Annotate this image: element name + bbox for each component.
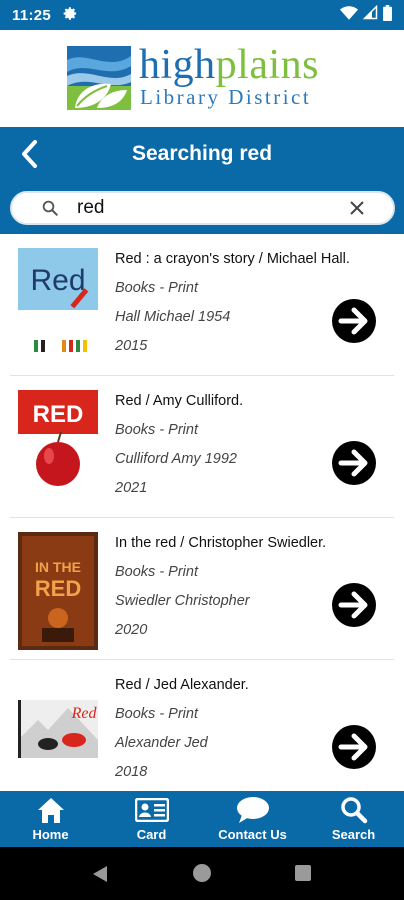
status-time: 11:25: [12, 6, 52, 24]
result-author: Culliford Amy 1992: [115, 451, 237, 467]
nav-label: Card: [136, 827, 167, 842]
arrow-right-circle-icon[interactable]: [331, 582, 377, 628]
result-title[interactable]: Red / Amy Culliford.: [115, 393, 243, 409]
gear-icon: [63, 6, 78, 25]
battery-icon: [383, 4, 392, 26]
nav-contact-us[interactable]: Contact Us: [202, 791, 303, 847]
list-item[interactable]: Red Red : a crayon's story / Michael Hal…: [0, 234, 404, 376]
nav-label: Contact Us: [218, 827, 287, 842]
nav-label: Home: [32, 827, 69, 842]
home-icon: [36, 795, 66, 825]
result-format: Books - Print: [115, 280, 198, 296]
list-item[interactable]: Red Red / Jed Alexander. Books - Print A…: [0, 660, 404, 791]
card-icon: [134, 795, 169, 825]
result-year: 2021: [115, 480, 148, 496]
result-format: Books - Print: [115, 564, 198, 580]
signal-icon: [362, 4, 378, 25]
list-item[interactable]: IN THE RED In the red / Christopher Swie…: [0, 518, 404, 660]
nav-label: Search: [331, 827, 376, 842]
arrow-right-circle-icon[interactable]: [331, 440, 377, 486]
search-query[interactable]: red: [77, 197, 347, 219]
arrow-right-circle-icon[interactable]: [331, 298, 377, 344]
recent-apps-icon[interactable]: [295, 865, 311, 881]
result-format: Books - Print: [115, 706, 198, 722]
result-year: 2020: [115, 622, 148, 638]
cover-red-jed: Red: [18, 700, 98, 758]
close-icon[interactable]: [347, 198, 367, 218]
nav-home[interactable]: Home: [0, 791, 101, 847]
search-input[interactable]: red: [10, 191, 395, 225]
cover-in-the-red: IN THE RED: [18, 532, 98, 650]
result-title[interactable]: Red / Jed Alexander.: [115, 677, 249, 693]
logo-mark-icon: [67, 46, 131, 110]
result-author: Hall Michael 1954: [115, 309, 231, 325]
svg-text:Red: Red: [71, 705, 98, 722]
page-title: Searching red: [131, 142, 273, 165]
cover-red-crayon: Red: [18, 248, 98, 358]
result-title[interactable]: In the red / Christopher Swiedler.: [115, 535, 326, 551]
logo-wordmark: highplains: [139, 42, 319, 88]
back-triangle-icon[interactable]: [92, 865, 108, 883]
library-logo: highplains Library District: [0, 30, 404, 127]
result-year: 2015: [115, 338, 148, 354]
home-circle-icon[interactable]: [193, 864, 211, 882]
system-nav-bar: [0, 847, 404, 900]
status-bar: 11:25: [0, 0, 404, 30]
svg-text:Red: Red: [30, 264, 85, 297]
result-author: Alexander Jed: [115, 735, 208, 751]
wifi-icon: [340, 5, 358, 25]
bottom-nav: Home Card Contact Us Search: [0, 791, 404, 847]
search-icon: [340, 795, 368, 825]
search-header: Searching red red: [0, 127, 404, 234]
result-format: Books - Print: [115, 422, 198, 438]
result-title[interactable]: Red : a crayon's story / Michael Hall.: [115, 251, 350, 267]
list-item[interactable]: RED Red / Amy Culliford. Books - Print C…: [0, 376, 404, 518]
svg-text:IN THE: IN THE: [35, 559, 81, 575]
results-list: Red Red : a crayon's story / Michael Hal…: [0, 234, 404, 791]
arrow-right-circle-icon[interactable]: [331, 724, 377, 770]
logo-subtitle: Library District: [140, 85, 312, 109]
svg-text:RED: RED: [35, 576, 81, 601]
nav-search[interactable]: Search: [303, 791, 404, 847]
chat-icon: [236, 795, 270, 825]
cover-red-apple: RED: [18, 390, 98, 494]
svg-text:RED: RED: [33, 401, 84, 428]
nav-card[interactable]: Card: [101, 791, 202, 847]
result-year: 2018: [115, 764, 148, 780]
result-author: Swiedler Christopher: [115, 593, 250, 609]
search-icon: [41, 198, 61, 218]
